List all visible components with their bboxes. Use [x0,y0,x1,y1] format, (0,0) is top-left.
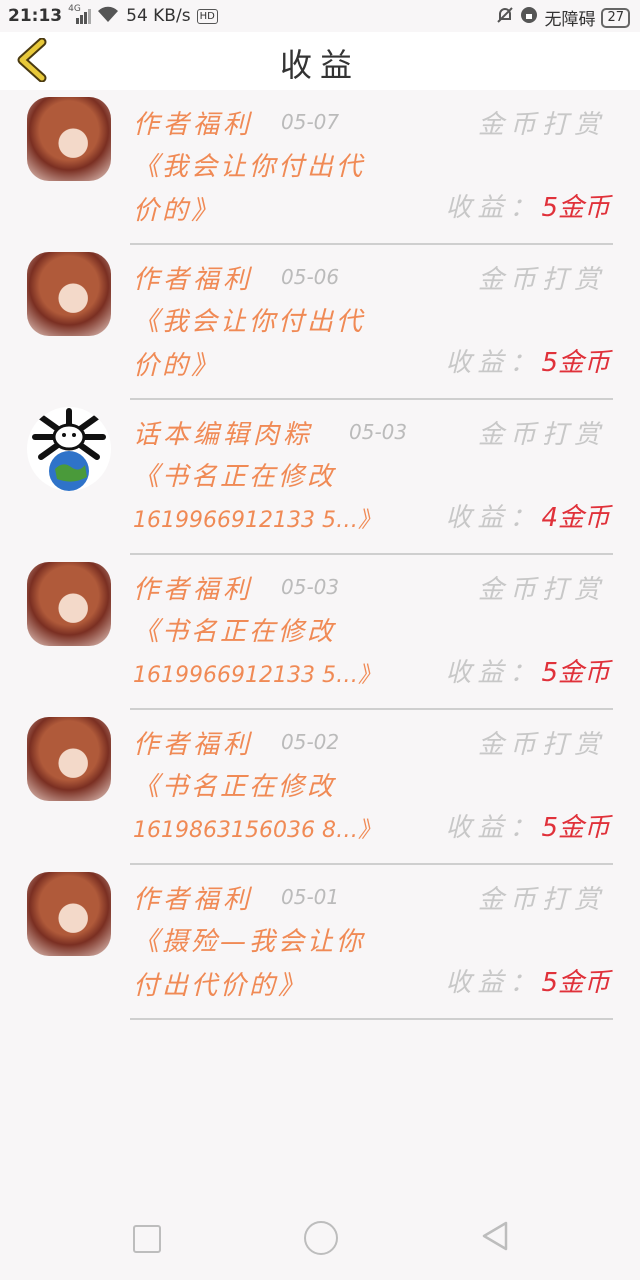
signal-icon: 4G [68,4,92,24]
author-name: 作者福利 [133,110,254,140]
item-type: 金币打赏 [477,730,606,760]
accessibility-label: 无障碍 [544,10,596,30]
list-item[interactable]: 作者福利 05-07 金币打赏 《我会让你付出代 价的》 收益：5金币 [0,90,640,245]
home-button[interactable] [304,1221,338,1255]
book-title: 《书名正在修改 1619966912133 5…》 [133,462,380,533]
book-title: 《我会让你付出代 价的》 [133,152,366,226]
list-item[interactable]: 作者福利 05-03 金币打赏 《书名正在修改 1619966912133 5…… [0,555,640,710]
book-title: 《摄殓—我会让你 付出代价的》 [133,927,366,1001]
item-date: 05-07 [281,110,340,134]
author-name: 作者福利 [133,575,254,605]
author-name: 作者福利 [133,730,254,760]
author-name: 作者福利 [133,265,254,295]
header-bar: 收益 [0,32,640,90]
clock: 21:13 [8,6,63,26]
item-type: 金币打赏 [477,420,606,450]
income-amount: 收益：5金币 [445,658,610,688]
hd-icon: HD [196,8,218,24]
item-date: 05-06 [281,265,340,289]
avatar [27,97,111,181]
wifi-icon [96,5,120,27]
list-item[interactable]: 话本编辑肉粽 05-03 金币打赏 《书名正在修改 1619966912133 … [0,400,640,555]
income-amount: 收益：4金币 [445,503,610,533]
network-speed: 54 KB/s [126,6,191,26]
item-type: 金币打赏 [477,265,606,295]
item-date: 05-03 [281,575,340,599]
lock-rotation-icon [520,6,538,29]
system-nav-bar [0,1190,640,1280]
status-bar: 21:13 4G 54 KB/s HD 无障碍 27 [0,0,640,32]
list-item[interactable]: 作者福利 05-01 金币打赏 《摄殓—我会让你 付出代价的》 收益：5金币 [0,865,640,1020]
book-title: 《书名正在修改 1619966912133 5…》 [133,617,380,688]
avatar [27,562,111,646]
divider [130,1018,613,1020]
recents-button[interactable] [133,1225,161,1253]
avatar [27,872,111,956]
income-amount: 收益：5金币 [445,348,610,378]
item-type: 金币打赏 [477,575,606,605]
income-amount: 收益：5金币 [445,813,610,843]
skull-globe-icon [32,408,106,491]
page-title: 收益 [279,46,360,84]
income-amount: 收益：5金币 [445,193,610,223]
book-title: 《书名正在修改 1619863156036 8…》 [133,772,380,843]
battery-icon: 27 [601,7,630,28]
author-name: 话本编辑肉粽 [133,420,314,450]
book-title: 《我会让你付出代 价的》 [133,307,366,381]
item-date: 05-01 [281,885,340,909]
silent-icon [496,6,514,29]
avatar [27,407,111,491]
avatar [27,717,111,801]
item-date: 05-03 [349,420,408,444]
income-amount: 收益：5金币 [445,968,610,998]
system-back-button[interactable] [480,1220,510,1256]
list-item[interactable]: 作者福利 05-02 金币打赏 《书名正在修改 1619863156036 8…… [0,710,640,865]
item-type: 金币打赏 [477,110,606,140]
author-name: 作者福利 [133,885,254,915]
list-item[interactable]: 作者福利 05-06 金币打赏 《我会让你付出代 价的》 收益：5金币 [0,245,640,400]
avatar [27,252,111,336]
item-date: 05-02 [281,730,340,754]
income-list: 作者福利 05-07 金币打赏 《我会让你付出代 价的》 收益：5金币 作者福利… [0,90,640,1020]
item-type: 金币打赏 [477,885,606,915]
triangle-back-icon [482,1221,508,1251]
